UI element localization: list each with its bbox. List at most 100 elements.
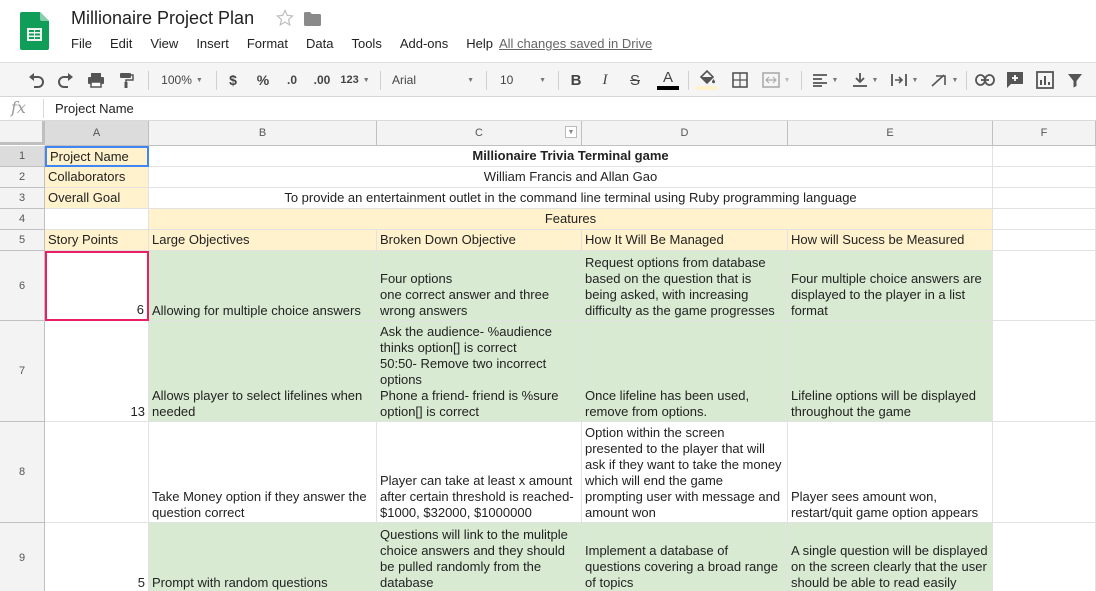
cell-b1-merged[interactable]: Millionaire Trivia Terminal game xyxy=(149,146,993,167)
cell-d5[interactable]: How It Will Be Managed xyxy=(582,230,788,251)
decrease-decimal-button[interactable]: .0 xyxy=(280,63,304,97)
column-header-f[interactable]: F xyxy=(993,121,1096,146)
filter-button[interactable] xyxy=(1062,63,1088,97)
paint-format-button[interactable] xyxy=(114,63,138,97)
currency-format-button[interactable]: $ xyxy=(222,63,244,97)
cell-a3[interactable]: Overall Goal xyxy=(45,188,149,209)
cell-a5[interactable]: Story Points xyxy=(45,230,149,251)
cell-b6[interactable]: Allowing for multiple choice answers xyxy=(149,251,377,321)
row-header-4[interactable]: 4 xyxy=(0,209,45,230)
print-button[interactable] xyxy=(84,63,108,97)
menu-edit[interactable]: Edit xyxy=(101,35,141,53)
insert-chart-button[interactable] xyxy=(1033,63,1057,97)
cell-e6[interactable]: Four multiple choice answers are display… xyxy=(788,251,993,321)
save-status-link[interactable]: All changes saved in Drive xyxy=(499,35,652,53)
column-header-e[interactable]: E xyxy=(788,121,993,146)
menu-data[interactable]: Data xyxy=(297,35,342,53)
font-select[interactable]: Arial ▼ xyxy=(386,63,480,97)
row-header-9[interactable]: 9 xyxy=(0,523,45,591)
menu-file[interactable]: File xyxy=(62,35,101,53)
cell-b4-merged[interactable]: Features xyxy=(149,209,993,230)
cell-f9[interactable] xyxy=(993,523,1096,591)
menu-addons[interactable]: Add-ons xyxy=(391,35,457,53)
menu-format[interactable]: Format xyxy=(238,35,297,53)
merge-cells-button[interactable]: ▼ xyxy=(758,63,794,97)
cell-f6[interactable] xyxy=(993,251,1096,321)
column-header-c[interactable]: C ▼ xyxy=(377,121,582,146)
cell-c6[interactable]: Four options one correct answer and thre… xyxy=(377,251,582,321)
undo-button[interactable] xyxy=(24,63,48,97)
column-header-b[interactable]: B xyxy=(149,121,377,146)
text-color-button[interactable]: A xyxy=(655,63,681,97)
cell-f3[interactable] xyxy=(993,188,1096,209)
cell-f7[interactable] xyxy=(993,321,1096,422)
cell-a7[interactable]: 13 xyxy=(45,321,149,422)
select-all-corner[interactable] xyxy=(0,121,45,145)
folder-icon[interactable] xyxy=(304,12,321,26)
cell-d9[interactable]: Implement a database of questions coveri… xyxy=(582,523,788,591)
sheets-logo-icon[interactable] xyxy=(20,12,49,50)
redo-button[interactable] xyxy=(54,63,78,97)
cell-c9[interactable]: Questions will link to the mulitple choi… xyxy=(377,523,582,591)
menu-view[interactable]: View xyxy=(141,35,187,53)
row-header-3[interactable]: 3 xyxy=(0,188,45,209)
cell-c8[interactable]: Player can take at least x amount after … xyxy=(377,422,582,523)
zoom-select[interactable]: 100% ▼ xyxy=(154,63,210,97)
row-header-5[interactable]: 5 xyxy=(0,230,45,251)
cell-d8[interactable]: Option within the screen presented to th… xyxy=(582,422,788,523)
italic-button[interactable]: I xyxy=(594,63,616,97)
cell-b3-merged[interactable]: To provide an entertainment outlet in th… xyxy=(149,188,993,209)
cell-c7[interactable]: Ask the audience- %audience thinks optio… xyxy=(377,321,582,422)
cell-b9[interactable]: Prompt with random questions xyxy=(149,523,377,591)
vertical-align-button[interactable]: ▼ xyxy=(848,63,882,97)
cell-e8[interactable]: Player sees amount won, restart/quit gam… xyxy=(788,422,993,523)
cell-a1[interactable]: Project Name xyxy=(45,146,149,167)
cell-f5[interactable] xyxy=(993,230,1096,251)
cell-d6[interactable]: Request options from database based on t… xyxy=(582,251,788,321)
font-size-select[interactable]: 10 ▼ xyxy=(494,63,552,97)
cell-f4[interactable] xyxy=(993,209,1096,230)
cell-b7[interactable]: Allows player to select lifelines when n… xyxy=(149,321,377,422)
row-header-8[interactable]: 8 xyxy=(0,422,45,523)
fill-color-button[interactable] xyxy=(694,63,720,97)
menu-help[interactable]: Help xyxy=(457,35,502,53)
row-header-1[interactable]: 1 xyxy=(0,146,45,167)
cell-a9[interactable]: 5 xyxy=(45,523,149,591)
cell-c5[interactable]: Broken Down Objective xyxy=(377,230,582,251)
cell-a6[interactable]: 6 xyxy=(45,251,149,321)
formula-input[interactable]: Project Name xyxy=(55,100,134,117)
cell-a8[interactable] xyxy=(45,422,149,523)
insert-comment-button[interactable] xyxy=(1003,63,1027,97)
cell-e7[interactable]: Lifeline options will be displayed throu… xyxy=(788,321,993,422)
horizontal-align-button[interactable]: ▼ xyxy=(808,63,842,97)
cell-e5[interactable]: How will Sucess be Measured xyxy=(788,230,993,251)
insert-link-button[interactable] xyxy=(972,63,998,97)
borders-button[interactable] xyxy=(728,63,752,97)
text-wrap-button[interactable]: ▼ xyxy=(886,63,922,97)
cell-e9[interactable]: A single question will be displayed on t… xyxy=(788,523,993,591)
strikethrough-button[interactable]: S xyxy=(624,63,646,97)
document-title[interactable]: Millionaire Project Plan xyxy=(71,8,254,29)
cell-b2-merged[interactable]: William Francis and Allan Gao xyxy=(149,167,993,188)
column-header-d[interactable]: D xyxy=(582,121,788,146)
cell-f2[interactable] xyxy=(993,167,1096,188)
percent-format-button[interactable]: % xyxy=(251,63,275,97)
cell-b5[interactable]: Large Objectives xyxy=(149,230,377,251)
cell-a2[interactable]: Collaborators xyxy=(45,167,149,188)
menu-tools[interactable]: Tools xyxy=(342,35,390,53)
cell-a4[interactable] xyxy=(45,209,149,230)
menu-insert[interactable]: Insert xyxy=(187,35,238,53)
cell-b8[interactable]: Take Money option if they answer the que… xyxy=(149,422,377,523)
increase-decimal-button[interactable]: .00 xyxy=(308,63,336,97)
row-header-7[interactable]: 7 xyxy=(0,321,45,422)
chevron-down-icon[interactable]: ▼ xyxy=(565,126,577,138)
star-icon[interactable] xyxy=(276,9,294,27)
more-formats-button[interactable]: 123 ▼ xyxy=(338,63,372,97)
row-header-6[interactable]: 6 xyxy=(0,251,45,321)
cell-f1[interactable] xyxy=(993,146,1096,167)
text-rotation-button[interactable]: ▼ xyxy=(926,63,962,97)
cell-f8[interactable] xyxy=(993,422,1096,523)
row-header-2[interactable]: 2 xyxy=(0,167,45,188)
bold-button[interactable]: B xyxy=(565,63,587,97)
column-header-a[interactable]: A xyxy=(45,121,149,146)
